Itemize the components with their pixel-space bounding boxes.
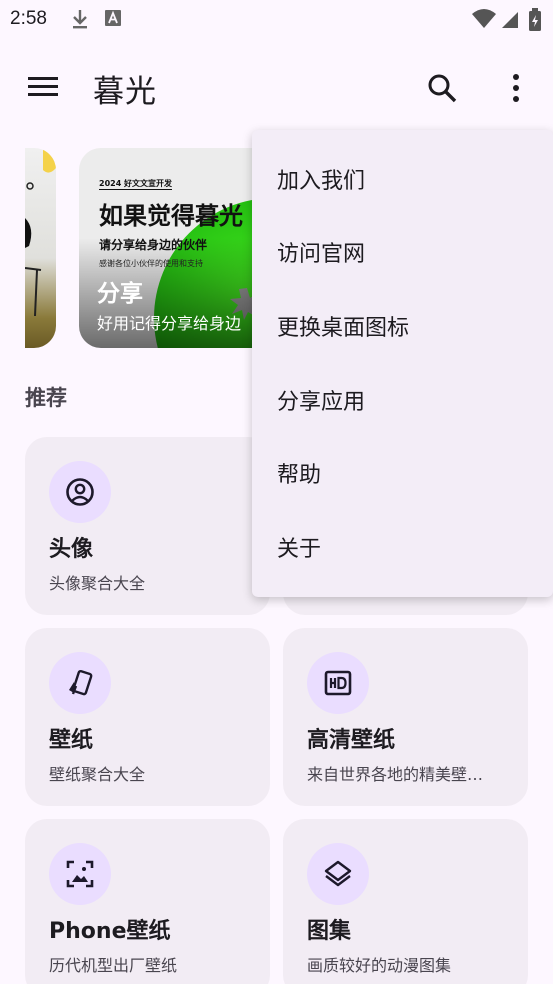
- search-button[interactable]: [420, 66, 464, 110]
- banner-caption: 感谢各位小伙伴的使用和支持: [99, 259, 203, 268]
- app-bar: 暮光: [0, 52, 553, 122]
- card-description: 头像聚合大全: [49, 574, 146, 593]
- menu-item-visit-website[interactable]: 访问官网: [252, 216, 553, 290]
- signal-icon: [502, 12, 518, 28]
- overflow-menu: 加入我们 访问官网 更换桌面图标 分享应用 帮助 关于: [252, 130, 553, 597]
- banner-share[interactable]: 2024 好文文宣开发 如果觉得暮光 请分享给身边的伙伴 感谢各位小伙伴的使用和…: [79, 148, 279, 348]
- card-wallpaper[interactable]: 壁纸 壁纸聚合大全: [25, 628, 270, 806]
- card-hd-wallpaper[interactable]: 高清壁纸 来自世界各地的精美壁…: [283, 628, 528, 806]
- banner-year-tag: 2024 好文文宣开发: [99, 179, 173, 190]
- app-title: 暮光: [93, 74, 157, 110]
- hamburger-menu-icon: [28, 77, 58, 96]
- hd-icon: [324, 670, 352, 696]
- banner-illustration-icon: [25, 148, 56, 317]
- section-title: 推荐: [25, 386, 67, 410]
- card-icon-badge: [49, 843, 111, 905]
- layers-icon: [324, 860, 352, 887]
- card-icon-badge: [49, 652, 111, 714]
- banner-previous[interactable]: [25, 148, 56, 348]
- menu-item-change-icon[interactable]: 更换桌面图标: [252, 289, 553, 363]
- card-description: 来自世界各地的精美壁…: [307, 765, 484, 784]
- card-description: 画质较好的动漫图集: [307, 956, 452, 975]
- card-avatar[interactable]: 头像 头像聚合大全: [25, 437, 270, 615]
- menu-item-help[interactable]: 帮助: [252, 436, 553, 510]
- download-icon: [73, 10, 87, 29]
- phone-image-icon: [66, 860, 94, 888]
- card-album[interactable]: 图集 画质较好的动漫图集: [283, 819, 528, 984]
- card-phone-wallpaper[interactable]: Phone壁纸 历代机型出厂壁纸: [25, 819, 270, 984]
- card-title: 高清壁纸: [307, 728, 396, 753]
- navigation-menu-button[interactable]: [23, 68, 63, 108]
- banner-subheading: 请分享给身边的伙伴: [99, 238, 208, 252]
- account-circle-icon: [66, 478, 94, 506]
- more-options-button[interactable]: [496, 66, 536, 110]
- wallpaper-icon: [69, 669, 93, 696]
- menu-item-about[interactable]: 关于: [252, 510, 553, 584]
- menu-item-share-app[interactable]: 分享应用: [252, 363, 553, 437]
- more-vert-icon: [513, 74, 519, 102]
- wifi-icon: [472, 9, 496, 28]
- card-title: 图集: [307, 919, 352, 944]
- card-description: 壁纸聚合大全: [49, 765, 146, 784]
- card-title: 壁纸: [49, 728, 94, 753]
- search-icon: [428, 74, 457, 103]
- banner-text: 好用记得分享给身边: [97, 314, 242, 333]
- menu-item-join-us[interactable]: 加入我们: [252, 142, 553, 216]
- banner-title: 分享: [97, 281, 143, 307]
- battery-icon: [529, 8, 541, 31]
- card-title: Phone壁纸: [49, 919, 171, 944]
- card-icon-badge: [307, 652, 369, 714]
- card-description: 历代机型出厂壁纸: [49, 956, 178, 975]
- card-title: 头像: [49, 537, 94, 562]
- font-app-icon: [105, 10, 121, 26]
- card-icon-badge: [307, 843, 369, 905]
- banner-heading: 如果觉得暮光: [99, 202, 243, 230]
- status-bar: 2:58: [0, 0, 553, 40]
- status-time: 2:58: [10, 8, 47, 29]
- card-icon-badge: [49, 461, 111, 523]
